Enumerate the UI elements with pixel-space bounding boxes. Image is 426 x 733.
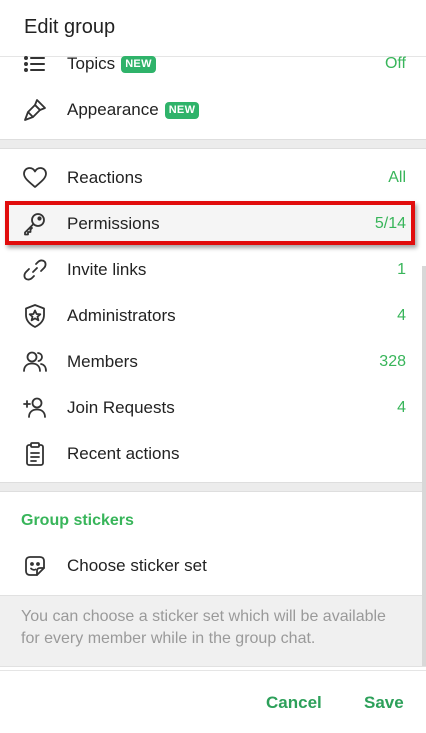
brush-icon (21, 96, 49, 124)
members-value: 328 (379, 353, 406, 370)
heart-icon (21, 164, 49, 192)
join-requests-row[interactable]: Join Requests 4 (0, 385, 426, 431)
shield-star-icon (21, 302, 49, 330)
invite-links-value: 1 (397, 261, 406, 278)
members-label: Members (67, 352, 138, 371)
appearance-row[interactable]: Appearance NEW (0, 87, 426, 133)
reactions-label: Reactions (67, 168, 143, 187)
administrators-value: 4 (397, 307, 406, 324)
reactions-row[interactable]: Reactions All (0, 155, 426, 201)
permissions-label: Permissions (67, 214, 160, 233)
administrators-row[interactable]: Administrators 4 (0, 293, 426, 339)
invite-links-row[interactable]: Invite links 1 (0, 247, 426, 293)
scrollbar[interactable] (422, 266, 426, 666)
join-requests-label: Join Requests (67, 398, 175, 417)
recent-actions-label: Recent actions (67, 444, 180, 463)
choose-sticker-set-label: Choose sticker set (67, 556, 207, 575)
permissions-value: 5/14 (374, 215, 406, 232)
new-badge: NEW (164, 101, 200, 119)
sticker-info-text: You can choose a sticker set which will … (21, 608, 386, 647)
reactions-value: All (388, 169, 406, 186)
cancel-button[interactable]: Cancel (266, 693, 322, 713)
sticker-info-box: You can choose a sticker set which will … (0, 595, 426, 667)
list-icon (21, 50, 49, 78)
join-requests-value: 4 (397, 399, 406, 416)
dialog-title: Edit group (24, 16, 116, 38)
group-stickers-title: Group stickers (21, 512, 134, 529)
edit-group-dialog: Edit group Topics NEW Off Appearance NEW (0, 0, 426, 733)
users-icon (21, 348, 49, 376)
dialog-footer: Cancel Save (0, 670, 426, 733)
save-button[interactable]: Save (364, 693, 404, 713)
link-icon (21, 256, 49, 284)
sticker-icon (21, 552, 49, 580)
add-user-icon (21, 394, 49, 422)
permissions-row[interactable]: Permissions 5/14 (0, 201, 426, 247)
invite-links-label: Invite links (67, 260, 147, 279)
topics-row[interactable]: Topics NEW Off (0, 41, 426, 87)
choose-sticker-set-row[interactable]: Choose sticker set (0, 543, 426, 589)
section-divider (0, 139, 426, 149)
topics-label: Topics (67, 54, 116, 73)
key-icon (21, 210, 49, 238)
appearance-label: Appearance (67, 100, 159, 119)
topics-value: Off (384, 55, 406, 72)
clipboard-icon (21, 440, 49, 468)
section-divider (0, 482, 426, 492)
recent-actions-row[interactable]: Recent actions (0, 431, 426, 477)
members-row[interactable]: Members 328 (0, 339, 426, 385)
new-badge: NEW (121, 55, 156, 73)
administrators-label: Administrators (67, 306, 176, 325)
